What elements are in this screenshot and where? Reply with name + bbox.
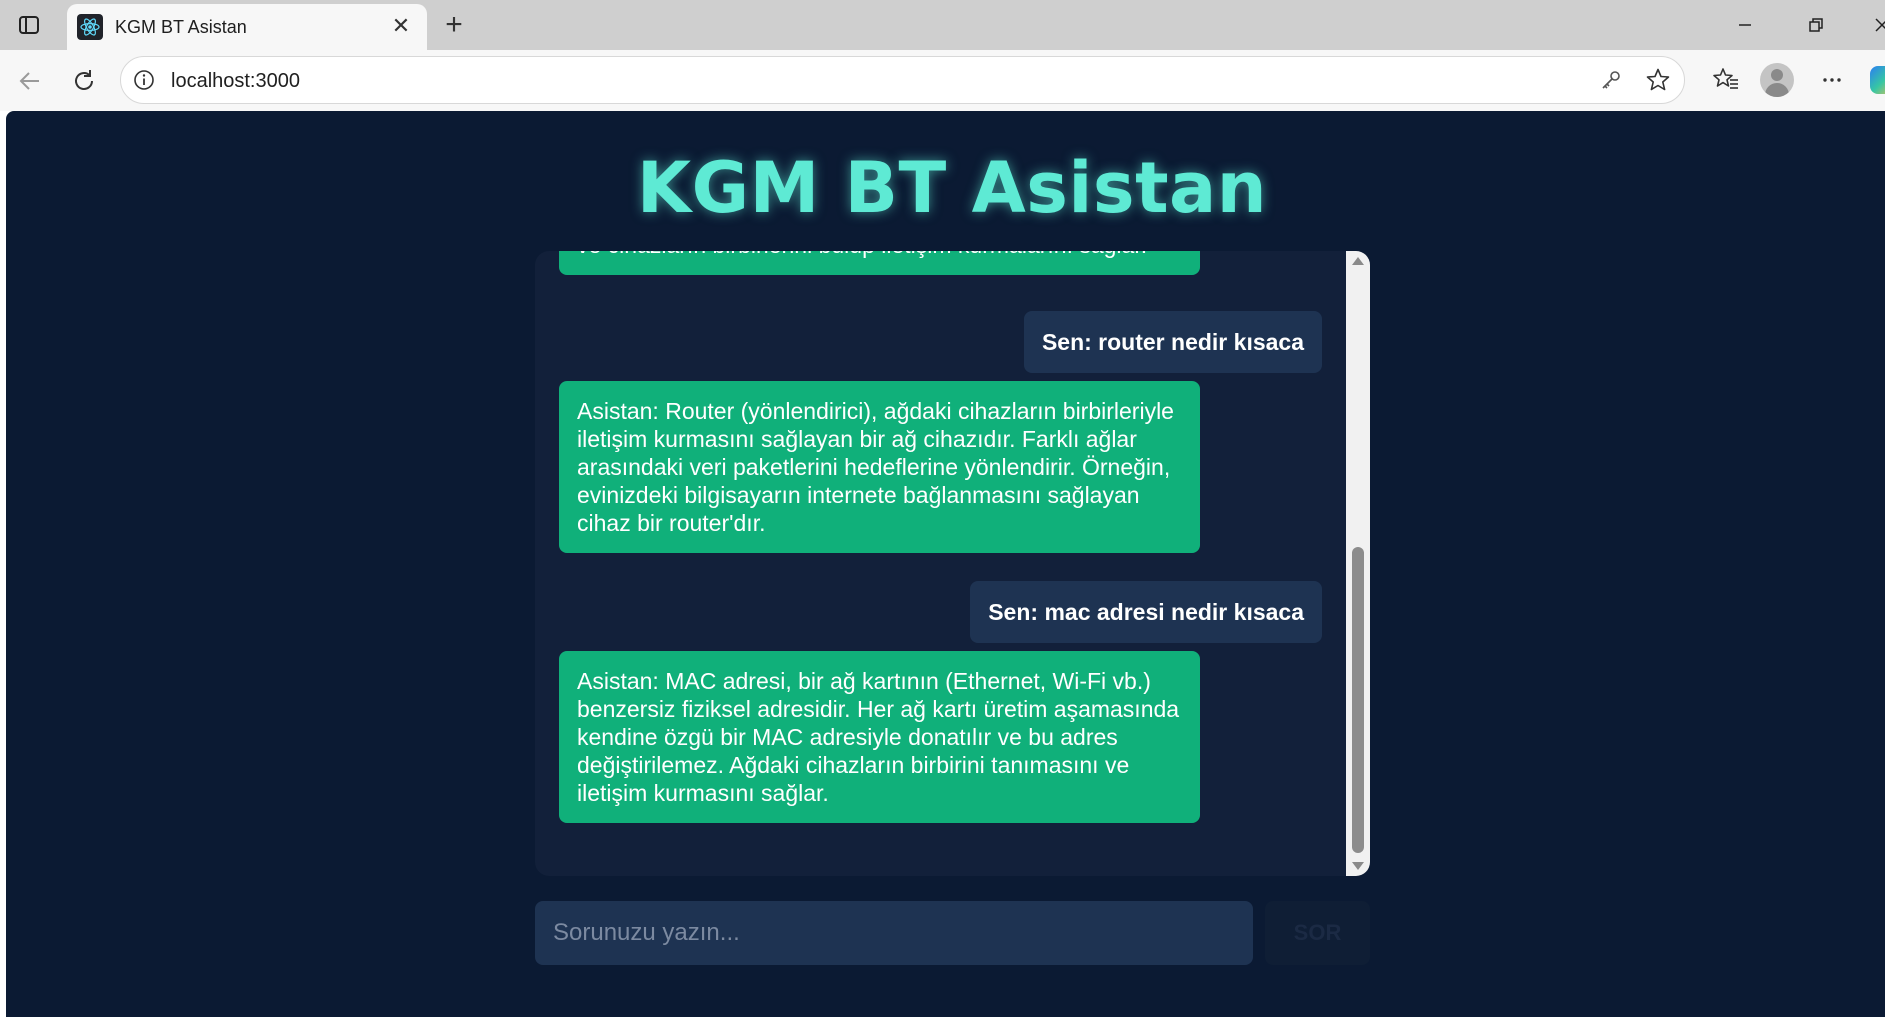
new-tab-button[interactable]: + [438,8,470,41]
user-message: Sen: router nedir kısaca [1023,311,1322,373]
minimize-icon[interactable] [1725,8,1765,42]
more-icon[interactable] [1814,62,1850,98]
close-icon[interactable]: ✕ [389,13,413,38]
window-close-icon[interactable] [1862,8,1885,42]
tab-title: KGM BT Asistan [115,17,247,37]
key-icon[interactable] [1598,67,1624,93]
send-button[interactable]: SOR [1265,901,1370,965]
scroll-up-arrow-icon[interactable] [1352,257,1364,265]
chat-scrollbar[interactable] [1346,251,1370,876]
reload-icon[interactable] [66,63,102,99]
scroll-down-arrow-icon[interactable] [1352,862,1364,870]
favorites-icon[interactable] [1708,62,1744,98]
browser-nav-bar: localhost:3000 [0,50,1885,111]
back-arrow-icon[interactable] [12,63,48,99]
question-input[interactable] [535,901,1253,965]
restore-icon[interactable] [1796,8,1836,42]
page-viewport: KGM BT Asistan ve cihazların birbirlerin… [6,111,1885,1017]
info-icon[interactable] [131,67,157,93]
assistant-message: ve cihazların birbirlerini bulup iletişi… [559,251,1200,275]
question-input-row: SOR [535,901,1370,965]
user-message: Sen: mac adresi nedir kısaca [970,581,1322,643]
profile-icon[interactable] [1760,63,1794,97]
assistant-message: Asistan: Router (yönlendirici), ağdaki c… [559,381,1200,553]
page-title: KGM BT Asistan [636,147,1268,229]
assistant-message: Asistan: MAC adresi, bir ağ kartının (Et… [559,651,1200,823]
url-text[interactable]: localhost:3000 [171,70,300,93]
star-icon[interactable] [1644,66,1672,94]
chat-messages: ve cihazların birbirlerini bulup iletişi… [535,251,1346,876]
address-bar[interactable]: localhost:3000 [120,56,1685,104]
browser-tab-bar: KGM BT Asistan ✕ + [0,0,1885,50]
tab-actions-icon[interactable] [16,12,42,38]
scrollbar-thumb[interactable] [1352,547,1364,853]
react-icon [77,14,103,40]
copilot-icon[interactable] [1870,66,1885,94]
browser-tab-active[interactable]: KGM BT Asistan ✕ [67,4,427,50]
chat-window[interactable]: ve cihazların birbirlerini bulup iletişi… [535,251,1370,876]
